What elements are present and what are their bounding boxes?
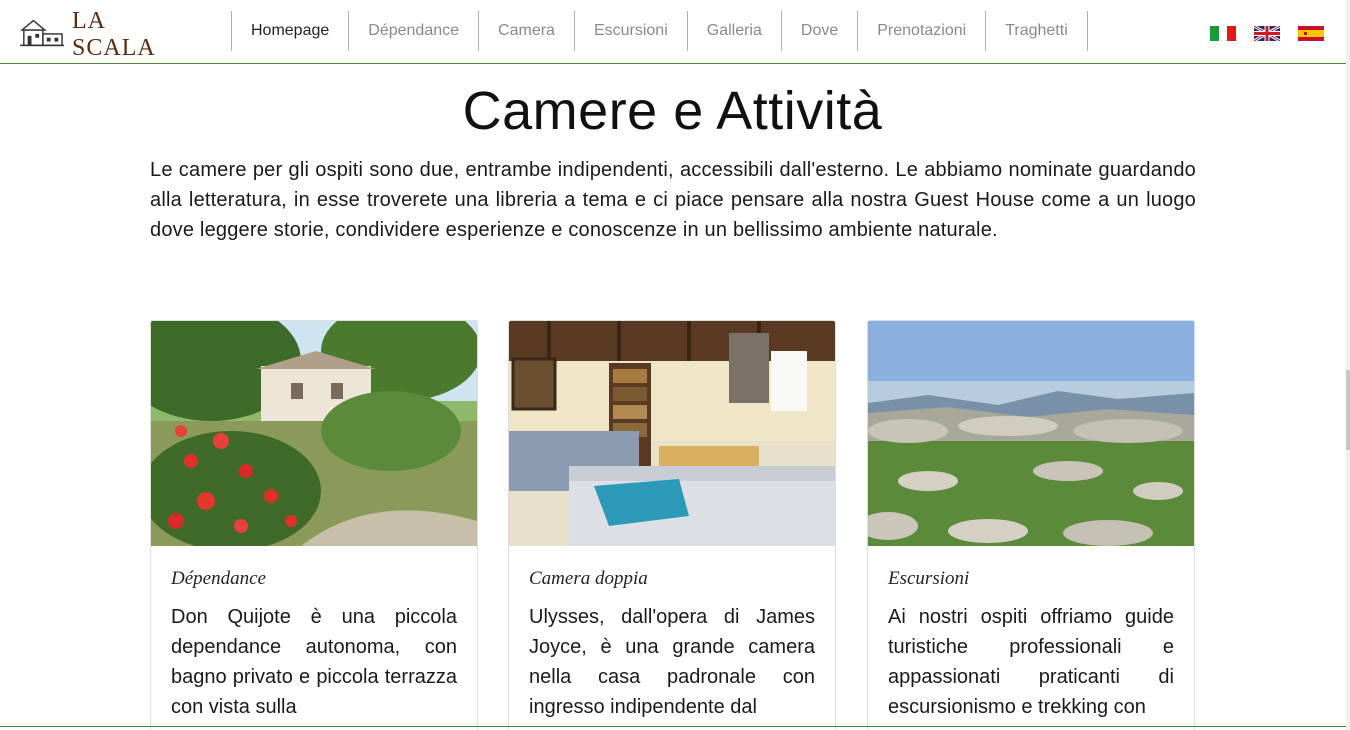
italian-flag-icon[interactable] bbox=[1210, 26, 1236, 41]
card-title: Dépendance bbox=[171, 568, 266, 589]
footer-divider bbox=[0, 726, 1350, 727]
nav-item-prenotazioni[interactable]: Prenotazioni bbox=[857, 11, 985, 51]
card-body: Dépendance Don Quijote è una piccola dep… bbox=[151, 546, 477, 722]
double-room-photo bbox=[509, 321, 835, 546]
card-text: Don Quijote è una piccola dependance aut… bbox=[171, 606, 457, 718]
card-text: Ai nostri ospiti offriamo guide turistic… bbox=[888, 606, 1174, 718]
nav-item-homepage[interactable]: Homepage bbox=[231, 11, 348, 51]
nav-item-galleria[interactable]: Galleria bbox=[686, 11, 781, 51]
logo-text: LA SCALA bbox=[72, 8, 156, 61]
spain-flag-icon[interactable] bbox=[1298, 26, 1324, 41]
house-logo-icon bbox=[20, 19, 64, 47]
card-dependance[interactable]: Dépendance Don Quijote è una piccola dep… bbox=[150, 320, 478, 730]
card-camera-doppia[interactable]: Camera doppia Ulysses, dall'opera di Jam… bbox=[508, 320, 836, 730]
nav-item-dove[interactable]: Dove bbox=[780, 11, 857, 51]
site-logo[interactable]: LA SCALA bbox=[20, 8, 190, 61]
nav-item-dependance[interactable]: Dépendance bbox=[348, 11, 478, 51]
nav-item-camera[interactable]: Camera bbox=[478, 11, 574, 51]
nav-item-escursioni[interactable]: Escursioni bbox=[573, 11, 687, 51]
intro-paragraph: Le camere per gli ospiti sono due, entra… bbox=[150, 159, 1196, 241]
card-body: Camera doppia Ulysses, dall'opera di Jam… bbox=[509, 546, 835, 722]
card-title: Camera doppia bbox=[529, 568, 648, 589]
nav-item-traghetti[interactable]: Traghetti bbox=[985, 11, 1088, 51]
card-text: Ulysses, dall'opera di James Joyce, è un… bbox=[529, 606, 815, 718]
dependance-photo bbox=[151, 321, 477, 546]
page-title: Camere e Attività bbox=[462, 81, 883, 141]
card-escursioni[interactable]: Escursioni Ai nostri ospiti offriamo gui… bbox=[867, 320, 1195, 730]
page-scrollbar[interactable] bbox=[1346, 0, 1350, 730]
card-body: Escursioni Ai nostri ospiti offriamo gui… bbox=[868, 546, 1194, 722]
main-nav: Homepage Dépendance Camera Escursioni Ga… bbox=[231, 11, 1088, 51]
uk-flag-icon[interactable] bbox=[1254, 26, 1280, 41]
top-navbar: LA SCALA Homepage Dépendance Camera Escu… bbox=[0, 0, 1350, 64]
card-title: Escursioni bbox=[888, 568, 970, 589]
scrollbar-thumb[interactable] bbox=[1346, 370, 1350, 450]
excursions-photo bbox=[868, 321, 1194, 546]
language-switcher bbox=[1210, 26, 1324, 41]
